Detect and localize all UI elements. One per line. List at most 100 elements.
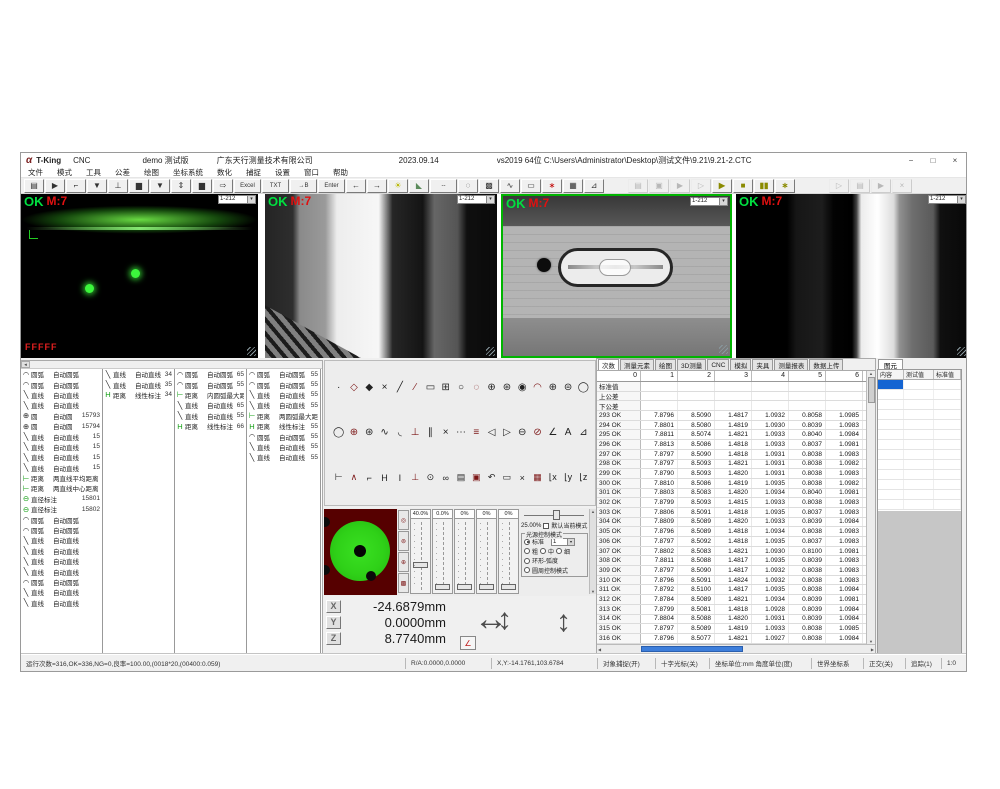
camera-4-resize-grip[interactable] (957, 347, 966, 356)
chevron-down-icon[interactable]: ▾ (567, 539, 574, 545)
tool-icon[interactable]: ⊕ (346, 427, 361, 438)
tool-icon[interactable]: ◠ (530, 382, 545, 393)
camera-view-1[interactable]: FFFFF OK M:7 1-212▾ (21, 194, 258, 358)
tool-icon[interactable]: ⌊y (560, 472, 575, 483)
chevron-down-icon[interactable]: ▾ (957, 196, 965, 203)
feature-item[interactable]: ◠圆弧自动圆弧65 (175, 369, 246, 379)
tool-icon[interactable]: × (515, 473, 530, 483)
feature-item[interactable]: ◠圆弧自动圆弧 (21, 379, 102, 389)
tool-icon[interactable]: · (331, 382, 346, 393)
feature-item[interactable]: ◠圆弧自动圆弧55 (247, 379, 320, 389)
tool-icon[interactable]: ◯ (331, 427, 346, 438)
tool-icon[interactable]: × (377, 382, 392, 393)
toolbar-button-mark[interactable]: ∗ (542, 179, 562, 193)
table-row[interactable]: 315 OK7.87978.50891.48191.09330.80381.09… (597, 624, 866, 634)
table-row[interactable]: 301 OK7.88038.50831.48201.09340.80401.09… (597, 489, 866, 499)
tool-icon[interactable]: ⊛ (362, 427, 377, 438)
feature-item[interactable]: ╲直线自动直线 (21, 566, 102, 576)
light-ring-button-2[interactable]: ⊚ (398, 531, 409, 551)
tool-icon[interactable]: ≡ (469, 427, 484, 438)
camera-2-range-dropdown[interactable]: 1-212▾ (457, 195, 495, 204)
feature-item[interactable]: ╲直线自动直线65 (175, 400, 246, 410)
tool-icon[interactable]: ⋯ (453, 427, 468, 438)
table-row[interactable]: 306 OK7.87978.50921.48181.09350.80371.09… (597, 537, 866, 547)
table-row[interactable]: 310 OK7.87968.50911.48241.09320.80381.09… (597, 576, 866, 586)
feature-item[interactable]: ╲直线自动直线15 (21, 452, 102, 462)
tool-icon[interactable]: ◁ (484, 427, 499, 438)
feature-item[interactable]: ◠圆弧自动圆弧55 (175, 379, 246, 389)
results-tab-6[interactable]: 模拟 (730, 359, 751, 370)
tool-icon[interactable]: ⊖ (515, 427, 530, 438)
table-row[interactable]: 下公差 (597, 401, 866, 411)
table-row[interactable]: 314 OK7.88048.50881.48201.09310.80391.09… (597, 615, 866, 625)
toolbar-button-stop[interactable]: ■ (733, 179, 753, 193)
z-jog-icon[interactable]: ↕ (556, 604, 571, 640)
menu-item-11[interactable]: 帮助 (326, 167, 355, 178)
toolbar-button-run[interactable]: ∗ (775, 179, 795, 193)
table-row[interactable]: 299 OK7.87908.50931.48201.09310.80381.09… (597, 469, 866, 479)
channel-slider-thumb[interactable] (413, 562, 428, 568)
table-row[interactable]: 302 OK7.87998.50931.48151.09330.80381.09… (597, 498, 866, 508)
toolbar-button-export-excel[interactable]: Excel (234, 179, 261, 193)
results-tab-9[interactable]: 数据上传 (809, 359, 843, 370)
tool-icon[interactable]: ⊥ (407, 427, 422, 438)
tool-icon[interactable]: ◇ (346, 382, 361, 393)
tool-icon[interactable]: ↶ (484, 472, 499, 483)
table-row[interactable]: 294 OK7.88018.50801.48191.09300.80391.09… (597, 421, 866, 431)
camera-view-4[interactable]: OK M:7 1-212▾ (736, 194, 967, 358)
tool-icon[interactable]: ○ (453, 382, 468, 393)
radio-level-2[interactable] (540, 548, 546, 554)
light-ring-button-3[interactable]: ⊕ (398, 552, 409, 572)
element-row[interactable] (878, 400, 961, 410)
scroll-left-icon[interactable]: ◀ (598, 647, 601, 652)
hscroll-thumb[interactable] (641, 646, 743, 652)
minimize-button[interactable]: − (900, 153, 922, 168)
ring-light-preview[interactable] (324, 509, 397, 595)
table-hscrollbar[interactable]: ◀ ▶ (597, 644, 875, 653)
toolbar-button-minus[interactable]: -- (430, 179, 457, 193)
feature-item[interactable]: ⊢距离两直线平均距离 (21, 473, 102, 483)
feature-item[interactable]: ◠圆弧自动圆弧 (21, 369, 102, 379)
channel-slider-thumb[interactable] (501, 584, 516, 590)
tool-icon[interactable]: Η (377, 473, 392, 483)
table-row[interactable]: 316 OK7.87968.50771.48211.09270.80381.09… (597, 634, 866, 644)
table-row[interactable]: 304 OK7.88098.50891.48201.09330.80391.09… (597, 518, 866, 528)
feature-item[interactable]: ╲直线自动直线55 (247, 442, 320, 452)
tool-icon[interactable]: ∥ (423, 427, 438, 438)
tool-icon[interactable]: ⊥ (407, 472, 422, 483)
table-row[interactable]: 303 OK7.88068.50911.48181.09350.80371.09… (597, 508, 866, 518)
results-tab-4[interactable]: 3D测量 (677, 359, 706, 370)
feature-item[interactable]: ╲直线自动直线55 (247, 400, 320, 410)
feature-item[interactable]: ╲直线自动直线 (21, 546, 102, 556)
table-row[interactable]: 298 OK7.87978.50931.48211.09310.80381.09… (597, 460, 866, 470)
light-ring-button-4[interactable]: ▩ (398, 573, 409, 593)
channel-slider-thumb[interactable] (479, 584, 494, 590)
radio-level-1[interactable] (524, 548, 530, 554)
tab-element[interactable]: 图元 (878, 359, 903, 369)
toolbar-button-export-b[interactable]: →B (290, 179, 317, 193)
camera-3-resize-grip[interactable] (719, 345, 728, 354)
results-tab-5[interactable]: CNC (707, 359, 729, 370)
tool-icon[interactable]: ◉ (515, 382, 530, 393)
tool-icon[interactable]: ∞ (438, 473, 453, 483)
feature-item[interactable]: Η距离线性标注55 (247, 421, 320, 431)
toolbar-button-stage-a[interactable]: ▆ (129, 179, 149, 193)
table-row[interactable]: 300 OK7.88108.50861.48191.09350.80381.09… (597, 479, 866, 489)
scroll-left-icon[interactable]: ◂ (21, 361, 30, 368)
feature-item[interactable]: ╲直线自动直线 (21, 598, 102, 608)
toolbar-button-forward[interactable]: → (367, 179, 387, 193)
element-row[interactable] (878, 500, 961, 510)
toolbar-button-back[interactable]: ← (346, 179, 366, 193)
table-row[interactable]: 313 OK7.87998.50811.48181.09280.80391.09… (597, 605, 866, 615)
table-row[interactable]: 297 OK7.87978.50901.48181.09310.80381.09… (597, 450, 866, 460)
feature-item[interactable]: ⊢距离两直线中心距离 (21, 483, 102, 493)
element-row[interactable] (878, 450, 961, 460)
feature-item[interactable]: ◠圆弧自动圆弧 (21, 514, 102, 524)
menu-item-8[interactable]: 捕捉 (239, 167, 268, 178)
vscroll-thumb[interactable] (868, 377, 875, 403)
feature-item[interactable]: ╲直线自动直线 (21, 587, 102, 597)
toolbar-button-flag[interactable]: ⌐ (66, 179, 86, 193)
radio-level-3[interactable] (556, 548, 562, 554)
element-row[interactable] (878, 390, 961, 400)
feature-item[interactable]: ⊕圆自动圆15793 (21, 411, 102, 421)
